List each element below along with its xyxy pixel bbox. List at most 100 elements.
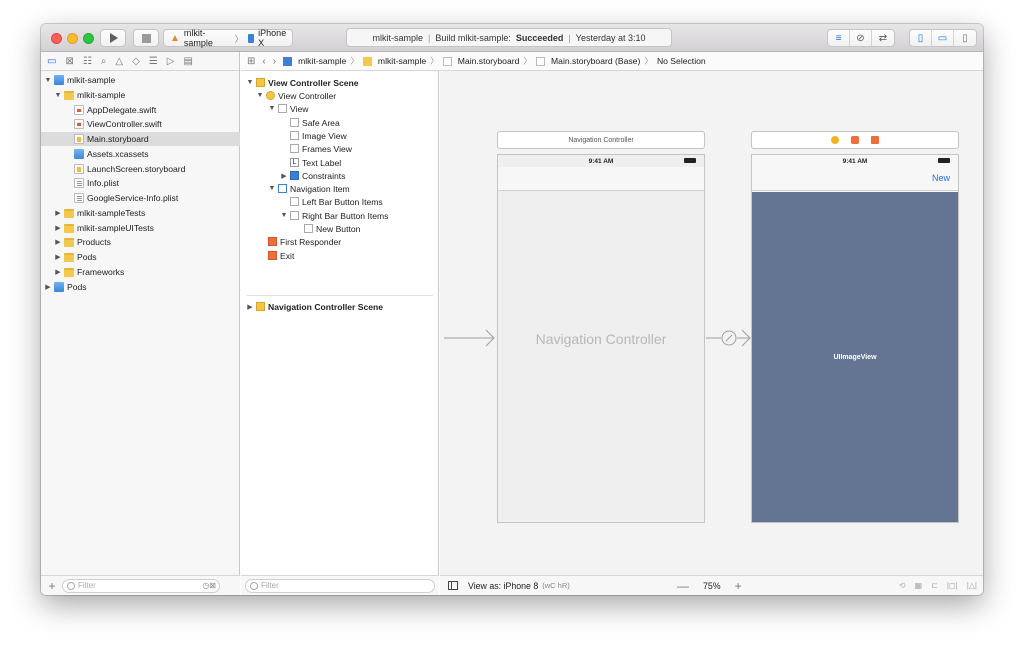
outline-item[interactable]: L Text Label: [241, 156, 341, 169]
warning-icon[interactable]: △: [115, 56, 123, 67]
back-icon[interactable]: ‹: [262, 56, 265, 67]
disclosure-closed-icon[interactable]: ▶: [280, 172, 288, 180]
add-icon[interactable]: +: [46, 579, 58, 593]
source-control-icon[interactable]: ⊠: [65, 56, 73, 67]
breadcrumb-item[interactable]: Main.storyboard: [458, 56, 520, 66]
disclosure-open-icon[interactable]: ▼: [280, 212, 288, 219]
outline-item-scene[interactable]: ▼ View Controller Scene: [241, 76, 359, 89]
navigator-toggle-icon[interactable]: ▯: [910, 30, 932, 46]
outline-item[interactable]: First Responder: [241, 235, 341, 248]
resolve-issues-icon[interactable]: |△|: [967, 581, 977, 590]
tree-item-file[interactable]: AppDelegate.swift: [41, 103, 240, 117]
scheme-selector[interactable]: ▲ mlkit-sample 〉 iPhone X: [163, 28, 293, 48]
maximize-window-button[interactable]: [83, 33, 94, 44]
outline-item-label: View Controller: [278, 90, 337, 101]
outline-item[interactable]: ▶ Constraints: [241, 169, 345, 182]
breadcrumb-item[interactable]: No Selection: [657, 56, 706, 66]
tree-item-file[interactable]: ViewController.swift: [41, 117, 240, 131]
disclosure-closed-icon[interactable]: ▶: [54, 238, 62, 246]
test-icon[interactable]: ◇: [132, 56, 140, 67]
view-as-label[interactable]: View as: iPhone 8: [468, 581, 538, 591]
storyboard-canvas[interactable]: Navigation Controller 9:41 AM Navigation…: [440, 71, 983, 575]
minimize-window-button[interactable]: [67, 33, 78, 44]
disclosure-closed-icon[interactable]: ▶: [54, 253, 62, 261]
recent-files-icon[interactable]: ◷⊠: [202, 581, 216, 590]
outline-item-label: Constraints: [302, 170, 346, 181]
zoom-out-icon[interactable]: —: [677, 579, 689, 593]
disclosure-open-icon[interactable]: ▼: [256, 92, 264, 99]
tree-item-project[interactable]: ▶ Pods: [41, 280, 240, 294]
outline-item[interactable]: Safe Area: [241, 116, 340, 129]
outline-item[interactable]: Exit: [241, 249, 294, 262]
disclosure-open-icon[interactable]: ▼: [268, 185, 276, 192]
debug-area-toggle-icon[interactable]: ▭: [932, 30, 954, 46]
disclosure-closed-icon[interactable]: ▶: [54, 209, 62, 217]
disclosure-open-icon[interactable]: ▼: [54, 92, 62, 99]
tree-item-file[interactable]: GoogleService-Info.plist: [41, 191, 240, 205]
folder-icon: [362, 56, 372, 66]
stop-button[interactable]: [133, 29, 159, 47]
close-window-button[interactable]: [51, 33, 62, 44]
outline-item-label: Right Bar Button Items: [302, 210, 389, 221]
version-editor-icon[interactable]: ⇄: [872, 30, 894, 46]
outline-item-label: Navigation Controller Scene: [268, 301, 384, 312]
breakpoint-icon[interactable]: ▷: [167, 56, 175, 67]
symbol-icon[interactable]: ☷: [83, 56, 92, 67]
outline-item[interactable]: ▼ View: [241, 102, 309, 115]
utilities-toggle-icon[interactable]: ▯: [954, 30, 976, 46]
disclosure-open-icon[interactable]: ▼: [44, 77, 52, 84]
outline-item[interactable]: Left Bar Button Items: [241, 195, 383, 208]
tree-item-file-selected[interactable]: Main.storyboard: [41, 132, 240, 146]
tree-item-file[interactable]: Info.plist: [41, 176, 240, 190]
toggle-outline-icon[interactable]: [448, 581, 458, 590]
zoom-level[interactable]: 75%: [703, 581, 721, 591]
disclosure-closed-icon[interactable]: ▶: [246, 303, 254, 311]
add-constraints-icon[interactable]: |◻|: [947, 581, 958, 590]
navigator-filter-input[interactable]: Filter ◷⊠: [62, 578, 220, 593]
tree-item-file[interactable]: Assets.xcassets: [41, 147, 240, 161]
run-button[interactable]: [100, 29, 126, 47]
outline-item[interactable]: ▼ Navigation Item: [241, 182, 350, 195]
outline-item-scene[interactable]: ▶ Navigation Controller Scene: [241, 300, 383, 313]
outline-item[interactable]: ▼ Right Bar Button Items: [241, 209, 389, 222]
update-frames-icon[interactable]: ⟲: [899, 581, 906, 590]
project-icon: [54, 75, 64, 85]
disclosure-open-icon[interactable]: ▼: [246, 79, 254, 86]
tree-item-group[interactable]: ▶ mlkit-sampleUITests: [41, 221, 240, 235]
stop-icon: [141, 33, 151, 43]
outline-filter-input[interactable]: Filter: [245, 578, 435, 593]
related-items-icon[interactable]: ⊞: [247, 56, 255, 67]
disclosure-open-icon[interactable]: ▼: [268, 105, 276, 112]
align-icon[interactable]: ⊏: [931, 581, 938, 590]
tree-item-label: Info.plist: [87, 178, 120, 188]
tree-item-group[interactable]: ▶ Pods: [41, 250, 240, 264]
tree-item-group[interactable]: ▶ Products: [41, 235, 240, 249]
folder-icon[interactable]: ▭: [47, 56, 56, 67]
breadcrumb-item[interactable]: mlkit-sample: [378, 56, 426, 66]
outline-item[interactable]: Frames View: [241, 142, 352, 155]
tree-item-label: ViewController.swift: [87, 119, 162, 129]
breadcrumb-item[interactable]: Main.storyboard (Base): [551, 56, 640, 66]
tree-item-group[interactable]: ▶ mlkit-sampleTests: [41, 206, 240, 220]
tree-item-group[interactable]: ▼ mlkit-sample: [41, 88, 240, 102]
outline-item[interactable]: ▼ View Controller: [241, 89, 337, 102]
outline-item[interactable]: Image View: [241, 129, 347, 142]
report-icon[interactable]: ▤: [184, 56, 193, 67]
disclosure-closed-icon[interactable]: ▶: [44, 283, 52, 291]
breadcrumb-item[interactable]: mlkit-sample: [298, 56, 346, 66]
zoom-in-icon[interactable]: +: [735, 579, 742, 593]
tree-item-project[interactable]: ▼ mlkit-sample: [41, 73, 240, 87]
tree-item-file[interactable]: LaunchScreen.storyboard: [41, 162, 240, 176]
standard-editor-icon[interactable]: ≡: [828, 30, 850, 46]
assistant-editor-icon[interactable]: ⊘: [850, 30, 872, 46]
forward-icon[interactable]: ›: [273, 56, 276, 67]
search-icon[interactable]: ⌕: [101, 56, 107, 67]
disclosure-closed-icon[interactable]: ▶: [54, 224, 62, 232]
outline-item[interactable]: New Button: [241, 222, 360, 235]
disclosure-closed-icon[interactable]: ▶: [54, 268, 62, 276]
tree-item-group[interactable]: ▶ Frameworks: [41, 265, 240, 279]
debug-icon[interactable]: ☰: [149, 56, 158, 67]
tree-item-label: Main.storyboard: [87, 134, 149, 144]
embed-in-stack-icon[interactable]: ▦: [915, 581, 923, 590]
scene-icon: [256, 302, 265, 311]
